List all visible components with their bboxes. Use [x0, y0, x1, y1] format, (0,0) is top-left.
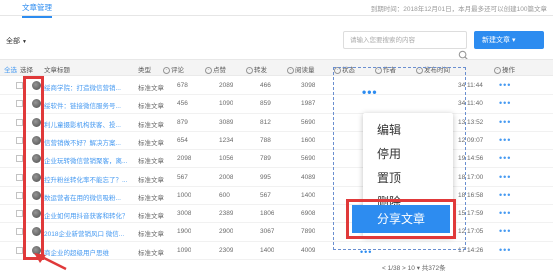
new-article-button[interactable]: 新建文章 ▾ — [474, 31, 544, 49]
menu-item-pin[interactable]: 置顶 — [377, 169, 401, 186]
chevron-down-icon: ▼ — [22, 39, 27, 45]
new-article-label: 新建文章 — [482, 37, 510, 44]
menu-item-edit[interactable]: 编辑 — [377, 121, 401, 138]
tab-bar: 文章管理 到期时间：2018年12月01日，本月最多还可以创建100篇文章 — [0, 0, 553, 18]
arrow-annotation-icon — [34, 253, 67, 271]
menu-item-disable[interactable]: 停用 — [377, 145, 401, 162]
expiry-notice: 到期时间：2018年12月01日，本月最多还可以创建100篇文章 — [370, 6, 547, 13]
menu-item-share-article[interactable]: 分享文章 — [352, 205, 450, 233]
pagination[interactable]: < 1/38 > 10 ▾ 共372条 — [382, 262, 446, 271]
highlight-box-thumbnails — [23, 76, 44, 260]
modal-overlay — [0, 60, 553, 271]
highlight-box-share: 分享文章 — [346, 199, 456, 239]
more-options-trigger-small[interactable]: ••• — [360, 247, 372, 257]
search-input[interactable] — [343, 31, 467, 49]
more-options-trigger[interactable]: ••• — [362, 85, 378, 99]
filter-label: 全部 — [6, 38, 20, 45]
filter-dropdown[interactable]: 全部 ▼ — [6, 36, 27, 46]
tab-article-management[interactable]: 文章管理 — [22, 2, 52, 18]
